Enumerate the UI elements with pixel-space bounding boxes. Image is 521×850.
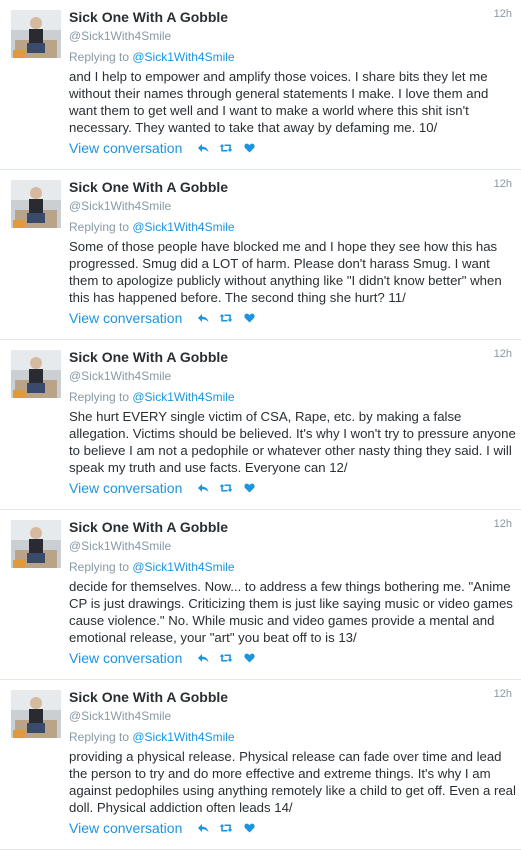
tweet-actions: View conversation — [69, 479, 265, 497]
timestamp[interactable]: 12h — [494, 688, 512, 700]
replying-to-prefix: Replying to — [69, 560, 133, 574]
replying-to-link[interactable]: @Sick1With4Smile — [132, 560, 234, 574]
replying-to-link[interactable]: @Sick1With4Smile — [132, 50, 234, 64]
view-conversation-link[interactable]: View conversation — [69, 140, 182, 156]
replying-to: Replying to @Sick1With4Smile — [69, 220, 235, 234]
avatar[interactable] — [11, 10, 61, 58]
replying-to-link[interactable]: @Sick1With4Smile — [132, 220, 234, 234]
reply-icon[interactable] — [196, 821, 210, 835]
display-name[interactable]: Sick One With A Gobble — [69, 519, 228, 535]
tweet-actions: View conversation — [69, 819, 265, 837]
timestamp[interactable]: 12h — [494, 518, 512, 530]
view-conversation-link[interactable]: View conversation — [69, 650, 182, 666]
username[interactable]: @Sick1With4Smile — [69, 369, 171, 383]
reply-icon[interactable] — [196, 651, 210, 665]
username[interactable]: @Sick1With4Smile — [69, 29, 171, 43]
tweet-card[interactable]: Sick One With A Gobble @Sick1With4Smile … — [0, 0, 521, 170]
tweet-text: She hurt EVERY single victim of CSA, Rap… — [69, 409, 516, 475]
tweet-actions: View conversation — [69, 649, 265, 667]
heart-icon[interactable] — [242, 141, 256, 155]
tweet-card[interactable]: Sick One With A Gobble @Sick1With4Smile … — [0, 510, 521, 680]
reply-icon[interactable] — [196, 141, 210, 155]
replying-to-prefix: Replying to — [69, 50, 133, 64]
retweet-icon[interactable] — [219, 651, 233, 665]
timestamp[interactable]: 12h — [494, 178, 512, 190]
replying-to: Replying to @Sick1With4Smile — [69, 730, 235, 744]
heart-icon[interactable] — [242, 481, 256, 495]
username[interactable]: @Sick1With4Smile — [69, 199, 171, 213]
display-name[interactable]: Sick One With A Gobble — [69, 9, 228, 25]
display-name[interactable]: Sick One With A Gobble — [69, 689, 228, 705]
timestamp[interactable]: 12h — [494, 8, 512, 20]
tweet-card[interactable]: Sick One With A Gobble @Sick1With4Smile … — [0, 340, 521, 510]
tweet-card[interactable]: Sick One With A Gobble @Sick1With4Smile … — [0, 680, 521, 850]
replying-to-link[interactable]: @Sick1With4Smile — [132, 390, 234, 404]
retweet-icon[interactable] — [219, 311, 233, 325]
view-conversation-link[interactable]: View conversation — [69, 310, 182, 326]
tweet-actions: View conversation — [69, 309, 265, 327]
heart-icon[interactable] — [242, 821, 256, 835]
display-name[interactable]: Sick One With A Gobble — [69, 349, 228, 365]
avatar[interactable] — [11, 180, 61, 228]
tweet-card[interactable]: Sick One With A Gobble @Sick1With4Smile … — [0, 170, 521, 340]
replying-to-prefix: Replying to — [69, 390, 133, 404]
display-name[interactable]: Sick One With A Gobble — [69, 179, 228, 195]
reply-icon[interactable] — [196, 311, 210, 325]
avatar[interactable] — [11, 520, 61, 568]
retweet-icon[interactable] — [219, 141, 233, 155]
retweet-icon[interactable] — [219, 481, 233, 495]
retweet-icon[interactable] — [219, 821, 233, 835]
tweet-text: decide for themselves. Now... to address… — [69, 579, 513, 645]
replying-to: Replying to @Sick1With4Smile — [69, 560, 235, 574]
heart-icon[interactable] — [242, 311, 256, 325]
replying-to-prefix: Replying to — [69, 220, 133, 234]
replying-to-link[interactable]: @Sick1With4Smile — [132, 730, 234, 744]
heart-icon[interactable] — [242, 651, 256, 665]
replying-to-prefix: Replying to — [69, 730, 133, 744]
tweet-timeline: Sick One With A Gobble @Sick1With4Smile … — [0, 0, 521, 850]
tweet-text: providing a physical release. Physical r… — [69, 749, 516, 815]
avatar[interactable] — [11, 350, 61, 398]
view-conversation-link[interactable]: View conversation — [69, 820, 182, 836]
tweet-text: Some of those people have blocked me and… — [69, 239, 502, 305]
username[interactable]: @Sick1With4Smile — [69, 539, 171, 553]
reply-icon[interactable] — [196, 481, 210, 495]
avatar[interactable] — [11, 690, 61, 738]
timestamp[interactable]: 12h — [494, 348, 512, 360]
view-conversation-link[interactable]: View conversation — [69, 480, 182, 496]
replying-to: Replying to @Sick1With4Smile — [69, 50, 235, 64]
replying-to: Replying to @Sick1With4Smile — [69, 390, 235, 404]
tweet-text: and I help to empower and amplify those … — [69, 69, 489, 135]
username[interactable]: @Sick1With4Smile — [69, 709, 171, 723]
tweet-actions: View conversation — [69, 139, 265, 157]
